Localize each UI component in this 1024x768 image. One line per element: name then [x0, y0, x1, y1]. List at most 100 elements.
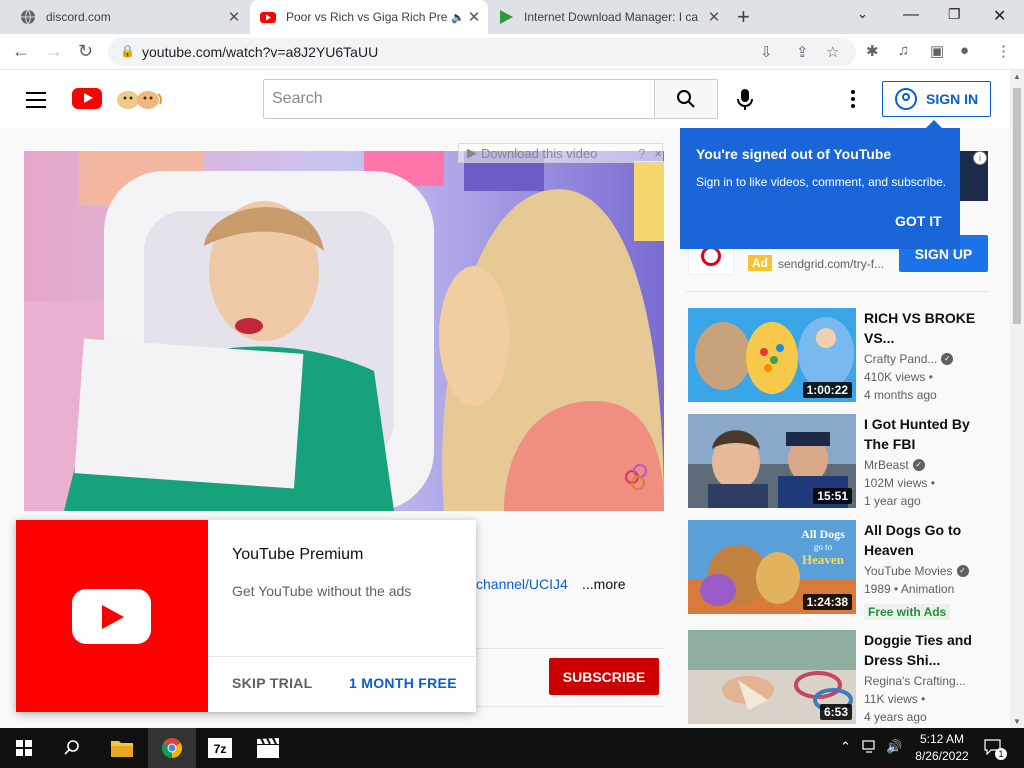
idm-download-icon: ▶ [467, 145, 477, 160]
video-editor-taskbar-button[interactable] [244, 728, 292, 768]
search-button[interactable] [654, 79, 718, 119]
browser-tab-strip: discord.com ✕ Poor vs Rich vs Giga Rich … [0, 0, 1024, 34]
one-month-free-button[interactable]: 1 MONTH FREE [349, 675, 457, 691]
verified-check-icon: ✓ [941, 353, 954, 365]
channel-name[interactable]: MrBeast ✓ [864, 458, 925, 472]
windows-logo-icon [16, 740, 32, 756]
subscribe-button[interactable]: SUBSCRIBE [549, 658, 659, 695]
video-thumbnail[interactable]: 15:51 [688, 414, 856, 508]
upload-age: 4 months ago [864, 388, 937, 402]
volume-icon[interactable]: 🔊 [886, 739, 902, 755]
close-tab-icon[interactable]: ✕ [226, 8, 242, 26]
tab-title: discord.com [46, 10, 111, 24]
bookmark-star-icon[interactable]: ☆ [826, 43, 839, 61]
clock-date[interactable]: 8/26/2022 [915, 749, 969, 763]
address-bar[interactable]: 🔒 youtube.com/watch?v=a8J2YU6TaUU ⇩ ⇪ ☆ [108, 38, 856, 66]
page-scrollbar[interactable]: ▲ ▼ [1010, 70, 1024, 728]
recommended-video[interactable]: 15:51 I Got Hunted By The FBI MrBeast ✓ 1… [688, 414, 988, 510]
search-icon [677, 90, 695, 108]
taskbar-search-button[interactable] [48, 728, 96, 768]
download-video-label: Download this video [481, 145, 598, 161]
view-count: 11K views • [864, 692, 926, 706]
tab-title: Poor vs Rich vs Giga Rich Pre [286, 10, 448, 24]
idm-play-icon [500, 10, 513, 24]
idm-download-bar[interactable]: ▶ Download this video ? × [458, 143, 663, 163]
scroll-down-icon[interactable]: ▼ [1013, 717, 1021, 726]
tab-discord[interactable]: discord.com ✕ [8, 0, 248, 34]
video-player[interactable] [24, 151, 664, 511]
tab-search-chevron-icon[interactable]: ⌄ [857, 6, 868, 22]
signed-out-tooltip: You're signed out of YouTube Sign in to … [680, 120, 960, 249]
start-button[interactable] [0, 728, 48, 768]
tab-idm[interactable]: Internet Download Manager: I ca ✕ [490, 0, 728, 34]
ad-info-icon[interactable]: i [973, 151, 987, 165]
skip-trial-button[interactable]: SKIP TRIAL [232, 675, 313, 691]
show-hidden-icons[interactable]: ⌃ [840, 739, 851, 755]
channel-name[interactable]: Crafty Pand... ✓ [864, 352, 954, 366]
close-tab-icon[interactable]: ✕ [706, 8, 722, 26]
help-icon[interactable]: ? [633, 146, 650, 161]
recommended-video[interactable]: 1:00:22 RICH VS BROKE VS... Crafty Pand.… [688, 308, 988, 404]
video-title[interactable]: RICH VS BROKE VS... [864, 308, 982, 348]
recommended-video[interactable]: All Dogs go to Heaven 1:24:38 All Dogs G… [688, 520, 988, 620]
channel-name[interactable]: YouTube Movies ✓ [864, 564, 969, 578]
back-icon[interactable]: ← [12, 41, 30, 62]
network-icon[interactable] [862, 740, 878, 757]
video-title[interactable]: All Dogs Go to Heaven [864, 520, 982, 560]
view-count: 410K views • [864, 370, 933, 384]
browser-toolbar: ← → ↻ 🔒 youtube.com/watch?v=a8J2YU6TaUU … [0, 34, 1024, 70]
7zip-taskbar-button[interactable]: 7z [196, 728, 244, 768]
divider [686, 291, 988, 292]
video-title[interactable]: I Got Hunted By The FBI [864, 414, 982, 454]
share-icon[interactable]: ⇪ [796, 43, 809, 61]
youtube-logo-icon[interactable] [72, 88, 102, 109]
minimize-icon[interactable]: — [903, 6, 919, 24]
video-thumbnail[interactable]: All Dogs go to Heaven 1:24:38 [688, 520, 856, 614]
media-control-icon[interactable]: ♫ [898, 42, 909, 59]
side-panel-icon[interactable]: ▣ [930, 42, 944, 60]
settings-kebab-icon[interactable] [851, 90, 855, 111]
video-thumbnail[interactable]: 1:00:22 [688, 308, 856, 402]
verified-check-icon: ✓ [956, 565, 969, 577]
extensions-puzzle-icon[interactable]: ✱ [866, 42, 879, 60]
description-link[interactable]: channel/UCIJ4 [476, 576, 568, 592]
divider [476, 648, 664, 649]
premium-promo-dialog: YouTube Premium Get YouTube without the … [16, 520, 476, 712]
forward-icon[interactable]: → [45, 41, 63, 62]
microphone-icon[interactable] [735, 88, 755, 112]
upload-age: 1 year ago [864, 494, 921, 508]
hamburger-menu-icon[interactable] [26, 92, 46, 113]
promo-title: YouTube Premium [232, 546, 364, 563]
file-explorer-button[interactable] [98, 728, 146, 768]
video-thumbnail[interactable]: 6:53 [688, 630, 856, 724]
scrollbar-thumb[interactable] [1013, 88, 1021, 324]
notification-count-badge: 1 [995, 748, 1007, 760]
reload-icon[interactable]: ↻ [78, 41, 93, 62]
tab-youtube-video[interactable]: Poor vs Rich vs Giga Rich Pre 🔈 ✕ [250, 0, 488, 34]
youtube-header: Search SIGN IN [0, 70, 1010, 128]
got-it-button[interactable]: GOT IT [895, 213, 942, 229]
ad-badge: Ad [748, 255, 772, 271]
show-more-button[interactable]: ...more [582, 576, 626, 592]
chrome-menu-icon[interactable]: ⋮ [996, 42, 1011, 60]
close-tab-icon[interactable]: ✕ [466, 8, 482, 26]
clock-time[interactable]: 5:12 AM [915, 732, 969, 746]
install-app-icon[interactable]: ⇩ [760, 43, 773, 61]
new-tab-icon[interactable]: + [737, 4, 750, 30]
chrome-taskbar-button[interactable] [148, 728, 196, 768]
close-icon[interactable]: × [654, 146, 662, 161]
scroll-up-icon[interactable]: ▲ [1013, 72, 1021, 81]
close-window-icon[interactable]: ✕ [993, 6, 1006, 26]
account-icon [895, 88, 917, 110]
tooltip-text: Sign in to like videos, comment, and sub… [696, 175, 947, 189]
clapperboard-icon [257, 737, 279, 758]
video-title[interactable]: Doggie Ties and Dress Shi... [864, 630, 982, 670]
youtube-doodle-icon[interactable] [114, 84, 164, 112]
search-input[interactable]: Search [263, 79, 655, 119]
sign-in-button[interactable]: SIGN IN [882, 81, 991, 117]
profile-icon[interactable]: ● [960, 42, 969, 59]
channel-name[interactable]: Regina's Crafting... [864, 674, 966, 688]
restore-icon[interactable]: ❐ [948, 6, 961, 23]
speaker-icon[interactable]: 🔈 [450, 11, 466, 24]
recommended-video[interactable]: 6:53 Doggie Ties and Dress Shi... Regina… [688, 630, 988, 726]
